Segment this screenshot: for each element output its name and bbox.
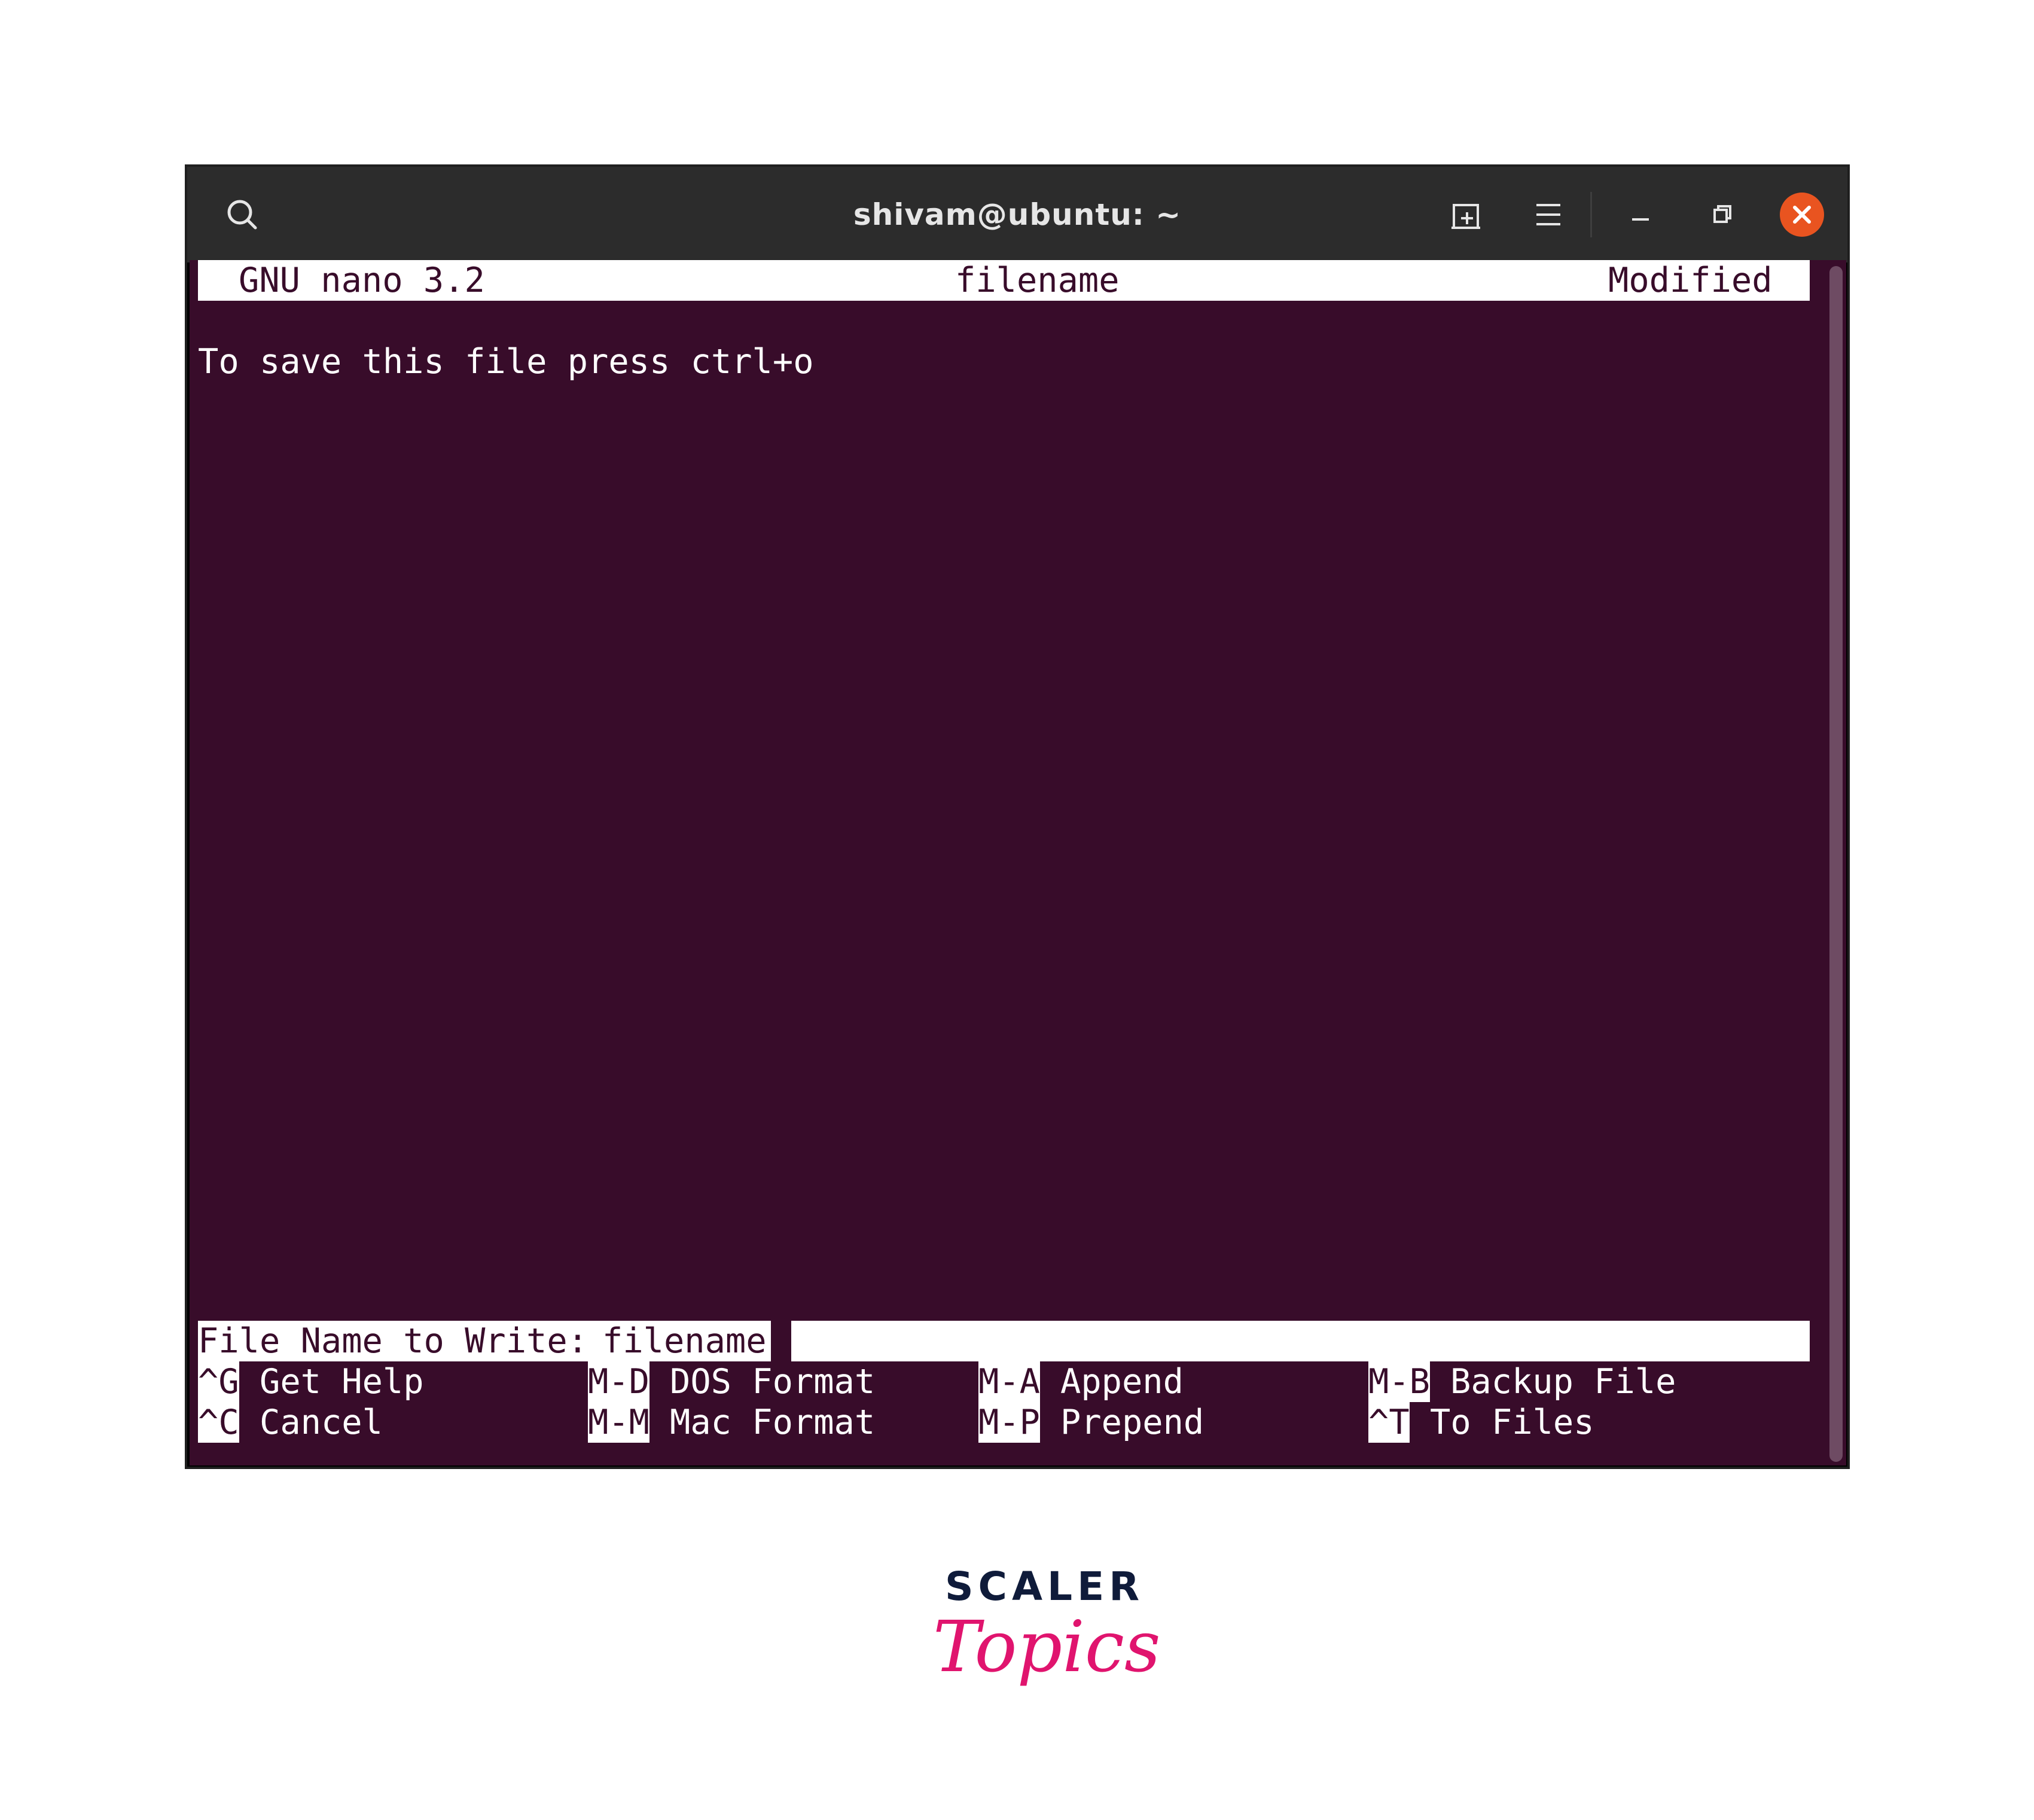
shortcut-backup-file[interactable]: M-B Backup File xyxy=(1368,1361,1676,1402)
shortcut-label: Backup File xyxy=(1450,1362,1676,1401)
prompt-input[interactable]: filename xyxy=(602,1321,767,1361)
nano-version: GNU nano 3.2 xyxy=(239,261,485,300)
window-title: shivam@ubuntu: ~ xyxy=(853,197,1182,232)
logo-wordmark: SCALER xyxy=(945,1564,1145,1610)
terminal-scrollbar[interactable] xyxy=(1829,266,1843,1462)
shortcut-key: M-B xyxy=(1368,1361,1430,1402)
nano-header-bar: GNU nano 3.2 filename Modified xyxy=(198,260,1810,301)
terminal-window: shivam@ubuntu: ~ GNU nano 3.2 filename M… xyxy=(185,164,1850,1469)
title-bar-divider xyxy=(1590,192,1592,237)
minimize-icon[interactable] xyxy=(1617,191,1664,239)
editor-text-line[interactable]: To save this file press ctrl+o xyxy=(198,341,814,382)
terminal-area[interactable]: GNU nano 3.2 filename Modified To save t… xyxy=(190,260,1846,1465)
shortcut-label: Get Help xyxy=(260,1362,424,1401)
nano-filename: filename xyxy=(955,261,1120,300)
shortcut-label: Cancel xyxy=(260,1403,383,1442)
restore-icon[interactable] xyxy=(1698,191,1746,239)
shortcut-label: DOS Format xyxy=(670,1362,876,1401)
filename-prompt-bar[interactable]: File Name to Write: filename xyxy=(198,1321,1810,1361)
shortcut-key: ^T xyxy=(1368,1402,1410,1443)
shortcut-append[interactable]: M-A Append xyxy=(978,1361,1184,1402)
shortcut-label: Append xyxy=(1060,1362,1184,1401)
prompt-label: File Name to Write: xyxy=(198,1321,609,1361)
logo-script: Topics xyxy=(933,1605,1161,1688)
shortcut-to-files[interactable]: ^T To Files xyxy=(1368,1402,1594,1443)
shortcut-cancel[interactable]: ^C Cancel xyxy=(198,1402,383,1443)
scaler-topics-logo: SCALER Topics xyxy=(921,1564,1161,1719)
close-icon[interactable] xyxy=(1778,191,1826,239)
shortcut-key: ^G xyxy=(198,1361,239,1402)
shortcut-key: M-A xyxy=(978,1361,1040,1402)
shortcut-label: Mac Format xyxy=(670,1403,876,1442)
shortcut-dos-format[interactable]: M-D DOS Format xyxy=(588,1361,875,1402)
shortcut-get-help[interactable]: ^G Get Help xyxy=(198,1361,424,1402)
title-bar[interactable]: shivam@ubuntu: ~ xyxy=(187,167,1847,262)
shortcut-key: ^C xyxy=(198,1402,239,1443)
shortcut-mac-format[interactable]: M-M Mac Format xyxy=(588,1402,875,1443)
shortcut-prepend[interactable]: M-P Prepend xyxy=(978,1402,1204,1443)
shortcut-key: M-M xyxy=(588,1402,649,1443)
prompt-cursor-gap xyxy=(771,1321,791,1361)
hamburger-menu-icon[interactable] xyxy=(1524,191,1572,239)
shortcut-label: To Files xyxy=(1430,1403,1594,1442)
shortcut-label: Prepend xyxy=(1060,1403,1204,1442)
new-tab-icon[interactable] xyxy=(1443,191,1491,239)
nano-modified-status: Modified xyxy=(1608,261,1773,300)
shortcut-key: M-D xyxy=(588,1361,649,1402)
shortcut-key: M-P xyxy=(978,1402,1040,1443)
